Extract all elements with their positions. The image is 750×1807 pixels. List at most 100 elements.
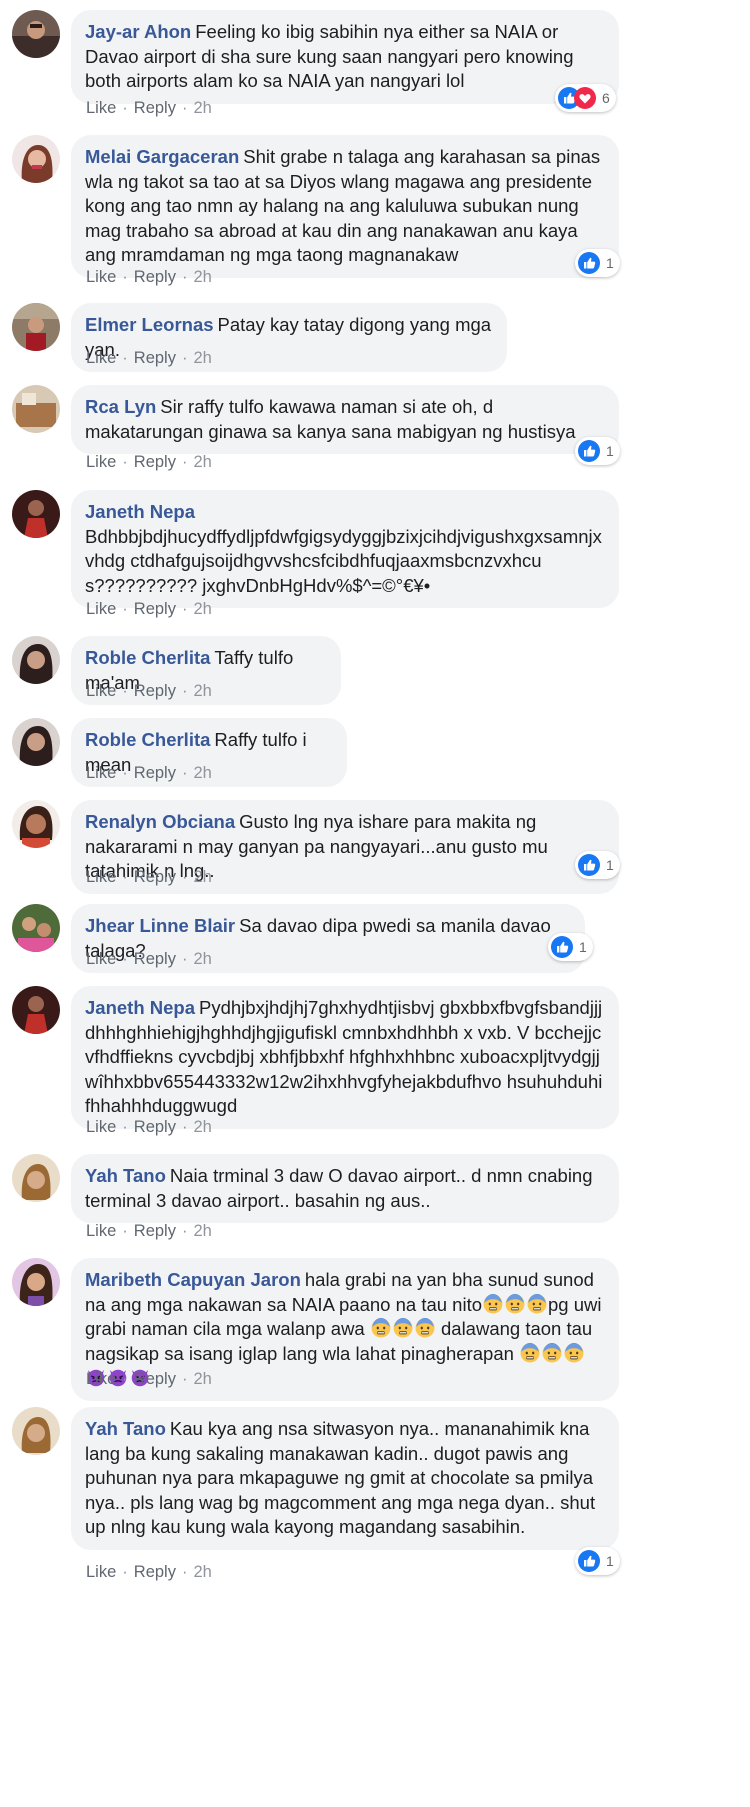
comment-actions: Like · Reply · 2h bbox=[86, 599, 212, 619]
avatar[interactable] bbox=[12, 986, 60, 1034]
reply-link[interactable]: Reply bbox=[134, 600, 176, 618]
timestamp[interactable]: 2h bbox=[193, 950, 211, 968]
like-link[interactable]: Like bbox=[86, 1118, 116, 1136]
reply-link[interactable]: Reply bbox=[134, 1222, 176, 1240]
separator: · bbox=[122, 1222, 128, 1240]
reply-link[interactable]: Reply bbox=[134, 1370, 176, 1388]
reply-link[interactable]: Reply bbox=[134, 349, 176, 367]
comment-actions: Like · Reply · 2h bbox=[86, 1369, 212, 1389]
avatar[interactable] bbox=[12, 718, 60, 766]
avatar[interactable] bbox=[12, 10, 60, 58]
reaction-count: 1 bbox=[579, 939, 587, 955]
comment-actions: Like · Reply · 2h bbox=[86, 1562, 212, 1582]
comment-actions: Like · Reply · 2h bbox=[86, 452, 212, 472]
reply-link[interactable]: Reply bbox=[134, 1563, 176, 1581]
anxious-face-icon bbox=[371, 1318, 391, 1338]
separator: · bbox=[122, 868, 128, 886]
separator: · bbox=[181, 1370, 188, 1388]
comment-author[interactable]: Melai Gargaceran bbox=[85, 146, 239, 167]
timestamp[interactable]: 2h bbox=[193, 1222, 211, 1240]
anxious-face-icon bbox=[564, 1343, 584, 1363]
like-link[interactable]: Like bbox=[86, 99, 116, 117]
timestamp[interactable]: 2h bbox=[193, 268, 211, 286]
anxious-face-icon bbox=[520, 1343, 540, 1363]
separator: · bbox=[181, 268, 188, 286]
like-link[interactable]: Like bbox=[86, 950, 116, 968]
reply-link[interactable]: Reply bbox=[134, 868, 176, 886]
avatar[interactable] bbox=[12, 1154, 60, 1202]
reaction-count: 1 bbox=[606, 443, 614, 459]
comment-author[interactable]: Jhear Linne Blair bbox=[85, 915, 235, 936]
comment-author[interactable]: Roble Cherlita bbox=[85, 647, 210, 668]
comment-actions: Like · Reply · 2h bbox=[86, 763, 212, 783]
comment-actions: Like · Reply · 2h bbox=[86, 348, 212, 368]
like-link[interactable]: Like bbox=[86, 453, 116, 471]
comment-author[interactable]: Janeth Nepa bbox=[85, 500, 601, 525]
anxious-face-icon bbox=[415, 1318, 435, 1338]
timestamp[interactable]: 2h bbox=[193, 868, 211, 886]
like-link[interactable]: Like bbox=[86, 1563, 116, 1581]
comment-author[interactable]: Roble Cherlita bbox=[85, 729, 210, 750]
avatar[interactable] bbox=[12, 1258, 60, 1306]
separator: · bbox=[122, 1563, 128, 1581]
separator: · bbox=[181, 99, 188, 117]
avatar[interactable] bbox=[12, 1407, 60, 1455]
timestamp[interactable]: 2h bbox=[193, 682, 211, 700]
timestamp[interactable]: 2h bbox=[193, 1370, 211, 1388]
like-link[interactable]: Like bbox=[86, 268, 116, 286]
avatar[interactable] bbox=[12, 303, 60, 351]
reply-link[interactable]: Reply bbox=[134, 950, 176, 968]
timestamp[interactable]: 2h bbox=[193, 349, 211, 367]
like-link[interactable]: Like bbox=[86, 349, 116, 367]
avatar[interactable] bbox=[12, 904, 60, 952]
avatar[interactable] bbox=[12, 135, 60, 183]
like-icon bbox=[578, 252, 600, 274]
avatar[interactable] bbox=[12, 385, 60, 433]
like-link[interactable]: Like bbox=[86, 868, 116, 886]
reply-link[interactable]: Reply bbox=[134, 682, 176, 700]
reply-link[interactable]: Reply bbox=[134, 453, 176, 471]
comment-author[interactable]: Renalyn Obciana bbox=[85, 811, 235, 832]
reactions-summary[interactable]: 1 bbox=[575, 1547, 620, 1575]
timestamp[interactable]: 2h bbox=[193, 99, 211, 117]
comment-author[interactable]: Elmer Leornas bbox=[85, 314, 214, 335]
comment-author[interactable]: Maribeth Capuyan Jaron bbox=[85, 1269, 301, 1290]
separator: · bbox=[122, 349, 128, 367]
like-icon bbox=[578, 854, 600, 876]
timestamp[interactable]: 2h bbox=[193, 600, 211, 618]
like-link[interactable]: Like bbox=[86, 764, 116, 782]
comment-actions: Like · Reply · 2h bbox=[86, 681, 212, 701]
comment-actions: Like · Reply · 2h bbox=[86, 1221, 212, 1241]
reactions-summary[interactable]: 1 bbox=[575, 851, 620, 879]
comment-author[interactable]: Jay-ar Ahon bbox=[85, 21, 191, 42]
avatar[interactable] bbox=[12, 800, 60, 848]
timestamp[interactable]: 2h bbox=[193, 1563, 211, 1581]
comment-author[interactable]: Janeth Nepa bbox=[85, 997, 195, 1018]
anxious-face-icon bbox=[483, 1294, 503, 1314]
timestamp[interactable]: 2h bbox=[193, 453, 211, 471]
comment-author[interactable]: Rca Lyn bbox=[85, 396, 156, 417]
comment-author[interactable]: Yah Tano bbox=[85, 1418, 166, 1439]
reply-link[interactable]: Reply bbox=[134, 99, 176, 117]
reactions-summary[interactable]: 1 bbox=[548, 933, 593, 961]
comment-author[interactable]: Yah Tano bbox=[85, 1165, 166, 1186]
like-link[interactable]: Like bbox=[86, 600, 116, 618]
reactions-summary[interactable]: 6 bbox=[555, 84, 616, 112]
like-link[interactable]: Like bbox=[86, 1370, 116, 1388]
like-link[interactable]: Like bbox=[86, 1222, 116, 1240]
like-icon bbox=[551, 936, 573, 958]
separator: · bbox=[181, 682, 188, 700]
timestamp[interactable]: 2h bbox=[193, 764, 211, 782]
separator: · bbox=[122, 682, 128, 700]
reply-link[interactable]: Reply bbox=[134, 268, 176, 286]
reply-link[interactable]: Reply bbox=[134, 1118, 176, 1136]
comment-bubble: Melai Gargaceran Shit grabe n talaga ang … bbox=[71, 135, 619, 278]
avatar[interactable] bbox=[12, 636, 60, 684]
reply-link[interactable]: Reply bbox=[134, 764, 176, 782]
reactions-summary[interactable]: 1 bbox=[575, 249, 620, 277]
anxious-face-icon bbox=[505, 1294, 525, 1314]
reactions-summary[interactable]: 1 bbox=[575, 437, 620, 465]
like-link[interactable]: Like bbox=[86, 682, 116, 700]
avatar[interactable] bbox=[12, 490, 60, 538]
timestamp[interactable]: 2h bbox=[193, 1118, 211, 1136]
